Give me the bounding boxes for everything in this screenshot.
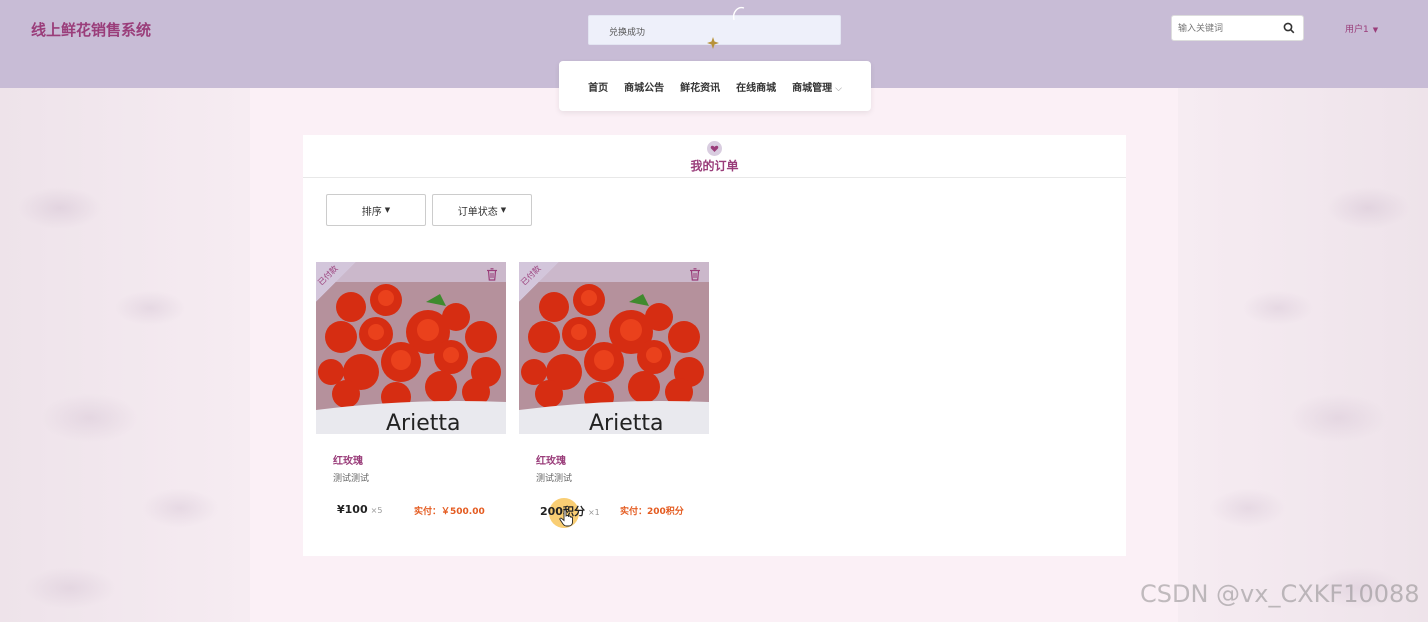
order-status-label: 订单状态 [457, 206, 498, 218]
trash-icon[interactable] [486, 268, 498, 281]
unit-price: ¥100 ×5 [337, 503, 382, 516]
price-value: ¥100 [337, 503, 368, 516]
orders-panel: 我的订单 排序 ▼ 订单状态 ▼ Arietta 已付款 红玫瑰 测试测试 ¥1… [303, 135, 1126, 556]
user-name: 用户1 [1345, 25, 1369, 35]
watermark: CSDN @vx_CXKF10088 [1140, 580, 1420, 608]
user-menu[interactable]: 用户1 ▼ [1345, 22, 1378, 35]
site-title[interactable]: 线上鲜花销售系统 [31, 19, 151, 40]
product-image-brand-text: Arietta [589, 411, 663, 434]
main-nav: 首页 商城公告 鲜花资讯 在线商城 商城管理 ⌵ [559, 61, 871, 111]
order-status-dropdown-button[interactable]: 订单状态 ▼ [432, 194, 532, 226]
caret-down-icon: ▼ [384, 206, 391, 214]
divider [303, 177, 1126, 178]
order-card[interactable]: Arietta 已付款 红玫瑰 测试测试 200积分 ×1 实付：200积分 [519, 262, 709, 532]
status-badge-text: 已付款 [316, 263, 340, 288]
chevron-down-icon: ⌵ [835, 83, 842, 94]
heart-icon [707, 141, 722, 156]
flower-logo-icon [707, 37, 719, 49]
hand-pointer-icon [559, 509, 573, 527]
nav-item-flower-news[interactable]: 鲜花资讯 [680, 79, 720, 94]
sort-label: 排序 [361, 206, 382, 218]
product-name[interactable]: 红玫瑰 [333, 452, 363, 467]
product-name[interactable]: 红玫瑰 [536, 452, 566, 467]
swirl-decoration-icon [732, 6, 745, 21]
product-image-brand-text: Arietta [386, 411, 460, 434]
search-box [1171, 15, 1304, 41]
nav-item-shop-management[interactable]: 商城管理 ⌵ [792, 79, 842, 94]
quantity: ×1 [587, 508, 600, 517]
order-card[interactable]: Arietta 已付款 红玫瑰 测试测试 ¥100 ×5 实付：￥500.00 [316, 262, 506, 532]
status-badge: 已付款 [519, 262, 559, 302]
sort-dropdown-button[interactable]: 排序 ▼ [326, 194, 426, 226]
search-icon[interactable] [1283, 22, 1295, 34]
trash-icon[interactable] [689, 268, 701, 281]
chevron-down-icon: ▼ [1372, 26, 1379, 34]
quantity: ×5 [370, 506, 383, 515]
search-input[interactable] [1172, 17, 1272, 41]
status-badge-text: 已付款 [519, 263, 543, 288]
nav-item-announcements[interactable]: 商城公告 [624, 79, 664, 94]
background-decoration-left [0, 88, 250, 622]
product-description: 测试测试 [536, 474, 573, 484]
nav-item-label: 商城管理 [792, 82, 833, 94]
status-badge: 已付款 [316, 262, 356, 302]
product-description: 测试测试 [333, 474, 370, 484]
paid-amount: 实付：200积分 [620, 507, 684, 517]
background-decoration-right [1178, 88, 1428, 622]
page-title: 我的订单 [690, 159, 739, 173]
nav-item-home[interactable]: 首页 [588, 79, 608, 94]
caret-down-icon: ▼ [500, 206, 507, 214]
paid-amount: 实付：￥500.00 [414, 507, 485, 517]
nav-item-online-shop[interactable]: 在线商城 [736, 79, 776, 94]
